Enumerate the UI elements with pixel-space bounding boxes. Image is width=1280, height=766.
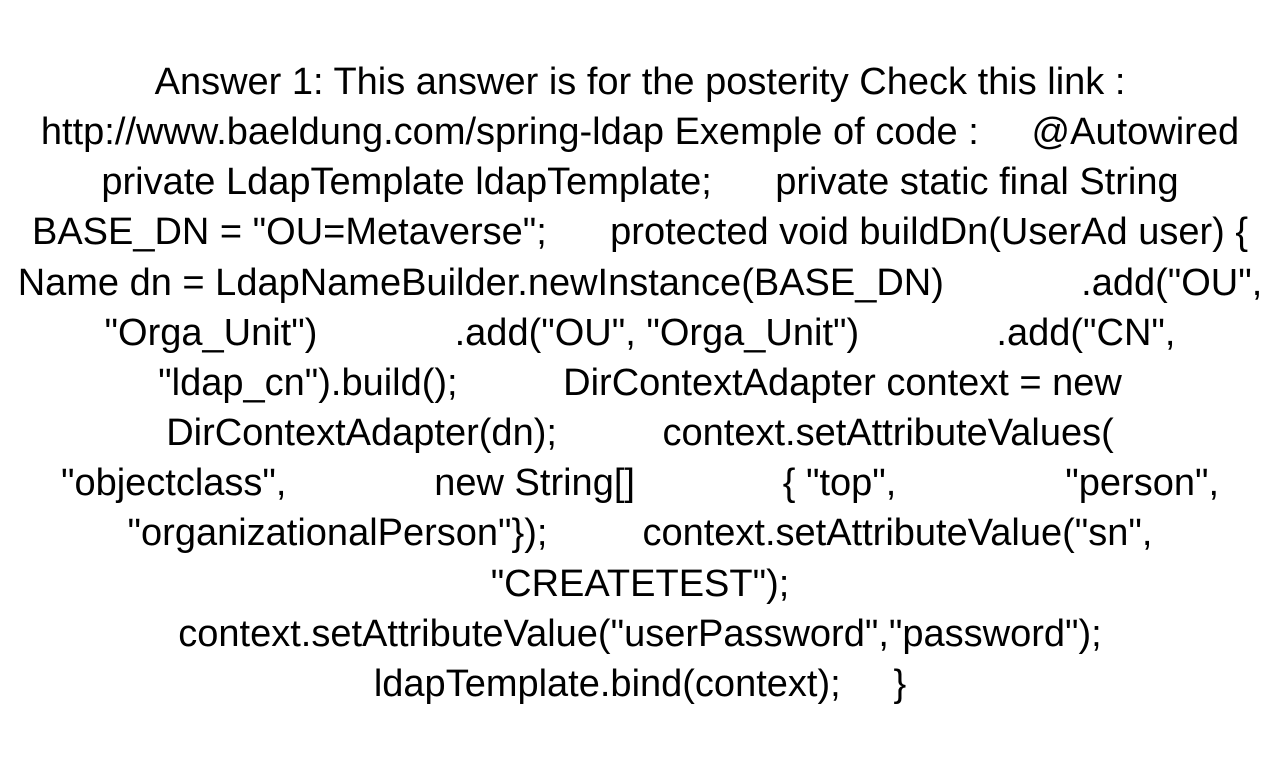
answer-text-block: Answer 1: This answer is for the posteri… (0, 57, 1280, 709)
